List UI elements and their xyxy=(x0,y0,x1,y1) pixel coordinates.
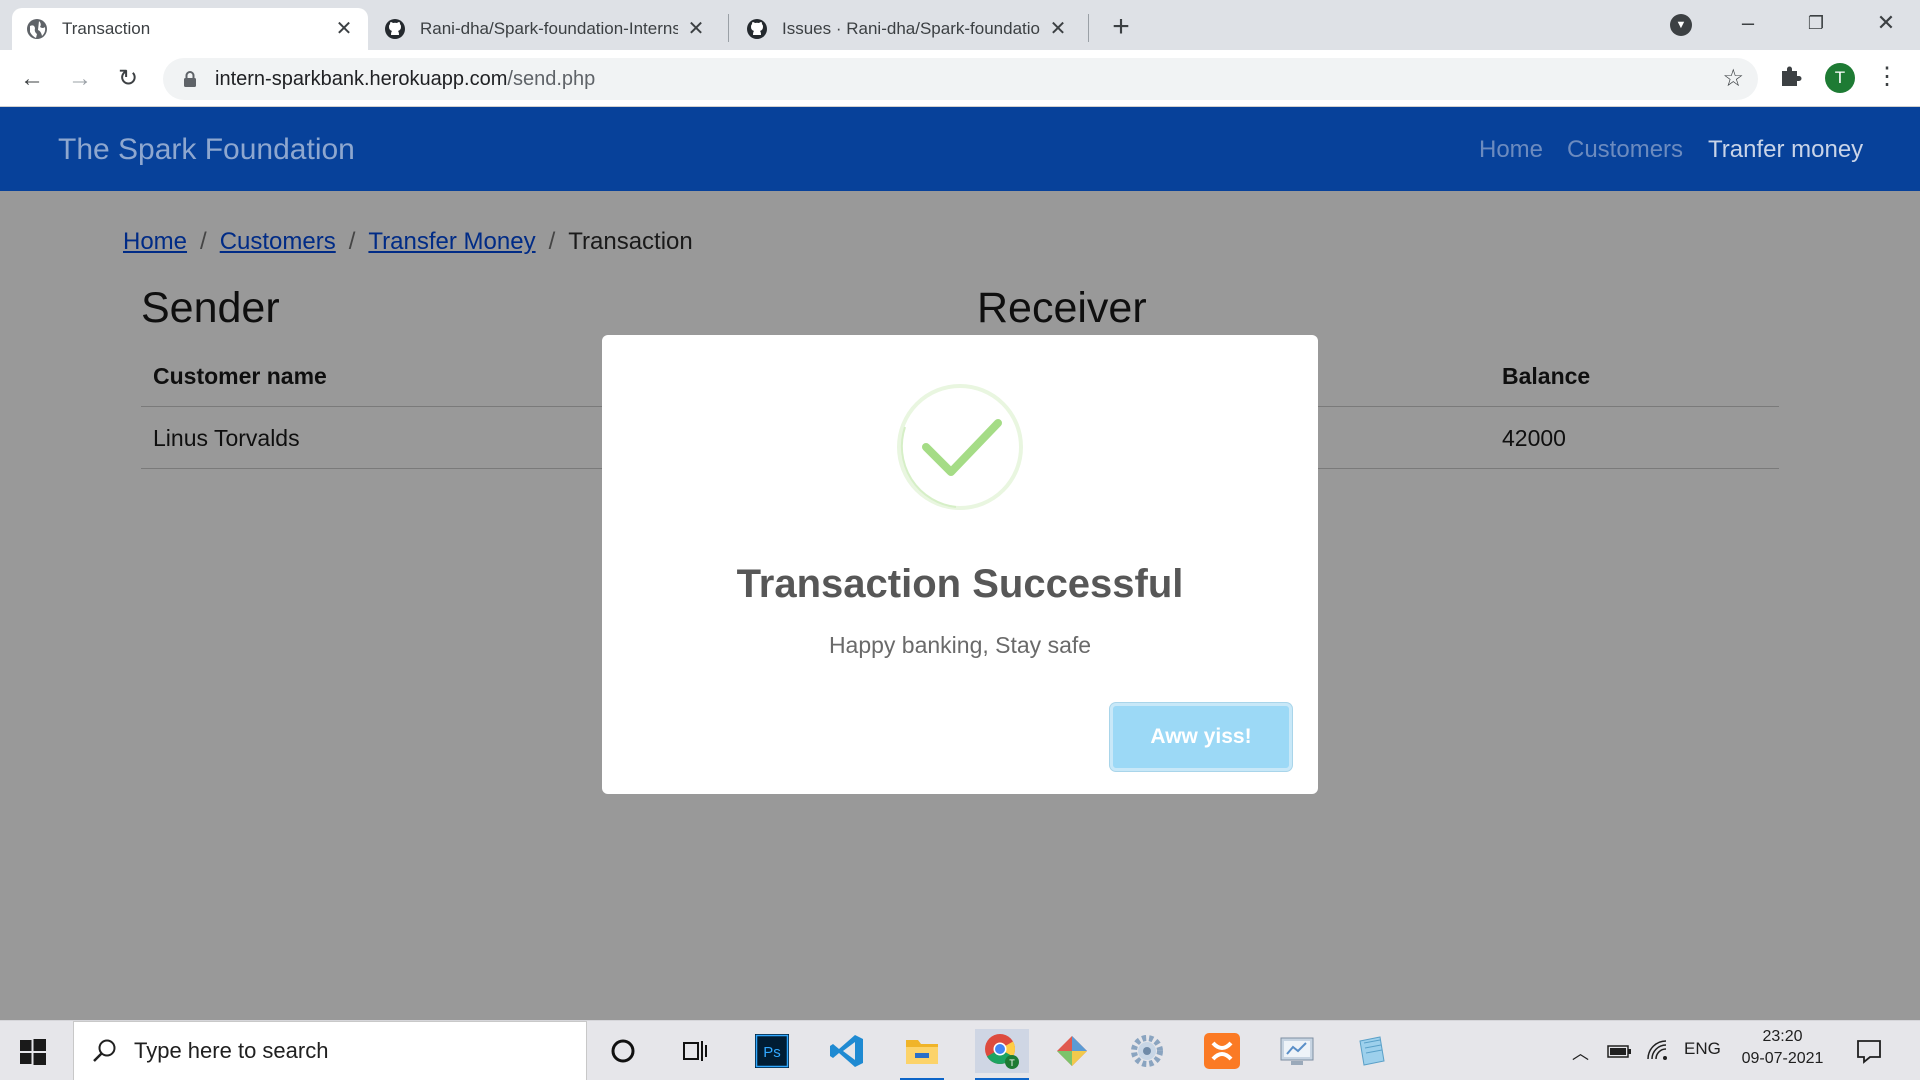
site-brand[interactable]: The Spark Foundation xyxy=(58,133,355,167)
close-tab-icon[interactable]: ✕ xyxy=(334,19,354,39)
xampp-icon[interactable] xyxy=(1200,1029,1244,1073)
breadcrumb-home[interactable]: Home xyxy=(123,228,187,256)
svg-text:Ps: Ps xyxy=(763,1044,781,1061)
notepad-icon[interactable] xyxy=(1350,1029,1394,1073)
sender-column-customer-name: Customer name xyxy=(153,363,327,389)
search-placeholder: Type here to search xyxy=(134,1038,329,1063)
sender-customer-name: Linus Torvalds xyxy=(153,425,300,451)
system-clock[interactable]: 23:20 09-07-2021 xyxy=(1730,1026,1835,1070)
tab-title: Issues · Rani-dha/Spark-foundation-Inter… xyxy=(782,19,1040,38)
modal-title: Transaction Successful xyxy=(736,562,1184,606)
breadcrumb-transfer-money[interactable]: Transfer Money xyxy=(368,228,535,256)
nav-home[interactable]: Home xyxy=(1479,136,1543,164)
tab-divider xyxy=(1088,14,1089,42)
minimize-button[interactable]: – xyxy=(1728,8,1768,38)
breadcrumb-separator: / xyxy=(548,228,556,255)
breadcrumb: Home / Customers / Transfer Money / Tran… xyxy=(123,228,693,256)
notifications-icon[interactable] xyxy=(1856,1038,1882,1064)
receiver-heading: Receiver xyxy=(977,284,1147,332)
profile-avatar[interactable]: T xyxy=(1825,63,1855,93)
tab-github-issues[interactable]: Issues · Rani-dha/Spark-foundation-Inter… xyxy=(732,8,1082,50)
tab-search-icon[interactable]: ▼ xyxy=(1670,14,1692,36)
task-view-icon[interactable] xyxy=(673,1029,717,1073)
tab-title: Transaction xyxy=(62,19,151,38)
browser-tabstrip: Transaction ✕ Rani-dha/Spark-foundation-… xyxy=(0,0,1920,50)
close-tab-icon[interactable]: ✕ xyxy=(1048,19,1068,39)
sender-heading: Sender xyxy=(141,284,280,332)
url-host: intern-sparkbank.herokuapp.com xyxy=(215,67,508,90)
reload-button[interactable]: ↻ xyxy=(112,63,144,95)
url-path: /send.php xyxy=(507,67,596,90)
globe-icon xyxy=(27,19,47,39)
restore-button[interactable]: ❐ xyxy=(1796,8,1836,38)
wifi-icon[interactable] xyxy=(1645,1039,1671,1063)
battery-icon[interactable] xyxy=(1607,1039,1633,1063)
windows-start-icon[interactable] xyxy=(20,1039,46,1065)
breadcrumb-customers[interactable]: Customers xyxy=(220,228,336,256)
tab-github-repo[interactable]: Rani-dha/Spark-foundation-Internship ✕ xyxy=(370,8,720,50)
svg-text:T: T xyxy=(1009,1058,1015,1068)
address-bar[interactable]: intern-sparkbank.herokuapp.com/send.php … xyxy=(163,58,1758,100)
confirm-button[interactable]: Aww yiss! xyxy=(1110,703,1292,771)
cortana-icon[interactable] xyxy=(601,1029,645,1073)
extensions-puzzle-icon[interactable] xyxy=(1777,63,1803,89)
vscode-icon[interactable] xyxy=(825,1029,869,1073)
bookmark-star-icon[interactable]: ☆ xyxy=(1722,67,1744,91)
tab-transaction[interactable]: Transaction ✕ xyxy=(12,8,368,50)
breadcrumb-separator: / xyxy=(200,228,207,255)
tab-divider xyxy=(728,14,729,42)
receiver-balance: 42000 xyxy=(1502,425,1566,451)
settings-gear-icon[interactable] xyxy=(1125,1029,1169,1073)
site-navbar: The Spark Foundation Home Customers Tran… xyxy=(0,107,1920,191)
modal-message: Happy banking, Stay safe xyxy=(828,632,1092,658)
file-explorer-icon[interactable] xyxy=(900,1029,944,1080)
photoshop-icon[interactable]: Ps xyxy=(750,1029,794,1073)
windows-taskbar: Type here to search Ps T ︿ ENG 23:20 09-… xyxy=(0,1020,1920,1080)
chrome-icon[interactable]: T xyxy=(975,1029,1029,1080)
close-tab-icon[interactable]: ✕ xyxy=(686,19,706,39)
nav-customers[interactable]: Customers xyxy=(1567,136,1683,164)
github-icon xyxy=(385,19,405,39)
input-language[interactable]: ENG xyxy=(1684,1039,1721,1063)
forward-button[interactable]: → xyxy=(64,63,96,95)
clock-date: 09-07-2021 xyxy=(1741,1050,1824,1067)
success-check-icon xyxy=(897,384,1023,510)
search-icon xyxy=(93,1039,116,1062)
browser-menu-icon[interactable]: ⋮ xyxy=(1875,62,1899,94)
breadcrumb-current: Transaction xyxy=(568,228,693,255)
control-panel-icon[interactable] xyxy=(1275,1029,1319,1073)
back-button[interactable]: ← xyxy=(16,63,48,95)
tab-title: Rani-dha/Spark-foundation-Internship xyxy=(420,19,678,38)
nav-transfer-money[interactable]: Tranfer money xyxy=(1708,136,1863,164)
taskbar-search[interactable]: Type here to search xyxy=(73,1021,587,1080)
receiver-column-balance: Balance xyxy=(1502,363,1591,389)
github-icon xyxy=(747,19,767,39)
breadcrumb-separator: / xyxy=(348,228,356,255)
success-modal: Transaction Successful Happy banking, St… xyxy=(602,335,1318,794)
new-tab-button[interactable]: + xyxy=(1106,12,1136,42)
git-gui-icon[interactable] xyxy=(1050,1029,1094,1073)
url-text: intern-sparkbank.herokuapp.com/send.php xyxy=(215,68,595,91)
browser-toolbar: ← → ↻ intern-sparkbank.herokuapp.com/sen… xyxy=(0,50,1920,107)
close-window-button[interactable]: ✕ xyxy=(1866,8,1906,38)
show-hidden-icons-chevron[interactable]: ︿ xyxy=(1572,1039,1589,1063)
clock-time: 23:20 xyxy=(1762,1028,1803,1045)
lock-icon xyxy=(184,71,196,87)
